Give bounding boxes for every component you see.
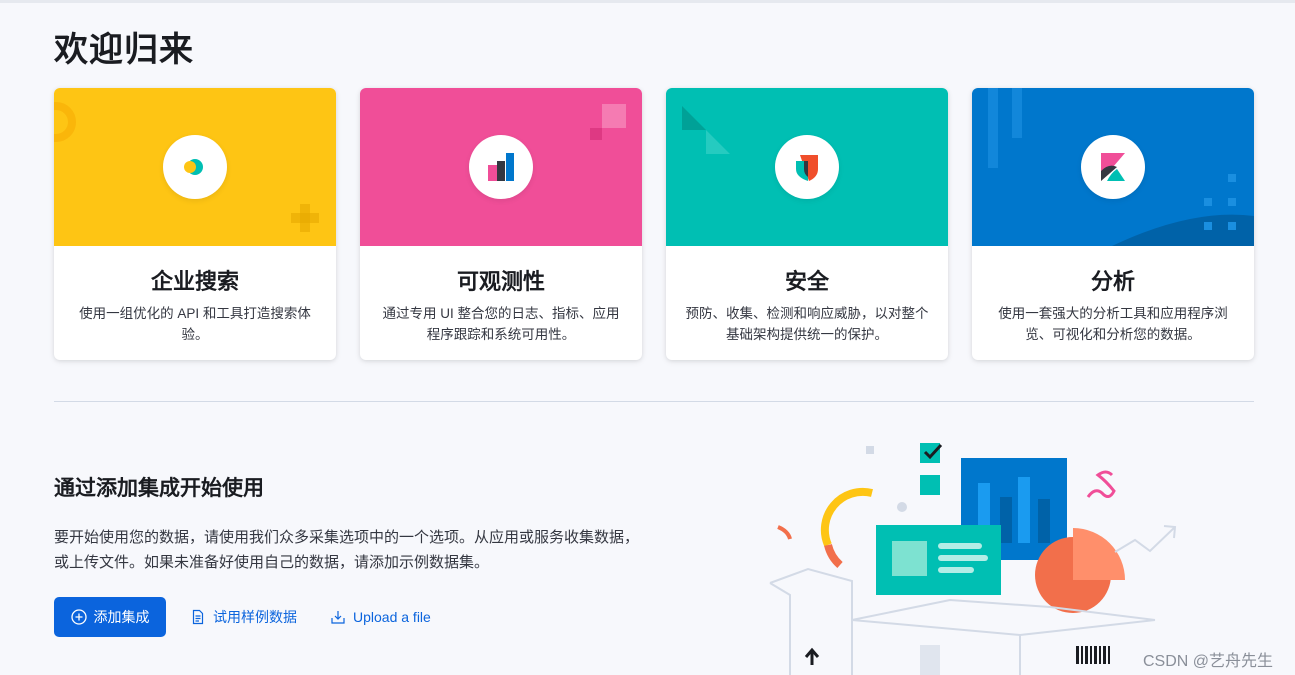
card-title: 安全 bbox=[784, 269, 829, 294]
enterprise-search-icon bbox=[163, 135, 227, 199]
card-description: 预防、收集、检测和响应威胁，以对整个基础架构提供统一的保护。 bbox=[685, 306, 929, 342]
card-observability[interactable]: 可观测性 通过专用 UI 整合您的日志、指标、应用程序跟踪和系统可用性。 bbox=[360, 88, 642, 360]
integrations-illustration bbox=[769, 443, 1177, 675]
observability-icon bbox=[469, 135, 533, 199]
integrations-description: 要开始使用您的数据，请使用我们众多采集选项中的一个选项。从应用或服务收集数据，或… bbox=[54, 529, 640, 571]
card-banner-analytics bbox=[972, 88, 1254, 246]
kibana-icon bbox=[1081, 135, 1145, 199]
document-icon bbox=[192, 609, 204, 625]
card-title: 可观测性 bbox=[456, 269, 545, 294]
try-sample-data-link[interactable]: 试用样例数据 bbox=[190, 597, 297, 637]
card-security[interactable]: 安全 预防、收集、检测和响应威胁，以对整个基础架构提供统一的保护。 bbox=[666, 88, 948, 360]
card-banner-security bbox=[666, 88, 948, 246]
upload-file-link[interactable]: Upload a file bbox=[330, 597, 431, 637]
integrations-title: 通过添加集成开始使用 bbox=[54, 477, 264, 500]
try-sample-data-label: 试用样例数据 bbox=[213, 609, 297, 625]
page-title: 欢迎归来 bbox=[54, 31, 194, 69]
upload-icon bbox=[331, 611, 345, 624]
card-banner-observability bbox=[360, 88, 642, 246]
top-border bbox=[0, 0, 1295, 3]
card-title: 企业搜索 bbox=[150, 269, 239, 294]
add-integration-button[interactable]: 添加集成 bbox=[54, 597, 166, 637]
section-divider bbox=[54, 401, 1254, 402]
card-description: 通过专用 UI 整合您的日志、指标、应用程序跟踪和系统可用性。 bbox=[382, 306, 620, 342]
plus-circle-icon bbox=[70, 609, 87, 625]
card-enterprise-search[interactable]: 企业搜索 使用一组优化的 API 和工具打造搜索体验。 bbox=[54, 88, 336, 360]
upload-file-label: Upload a file bbox=[353, 609, 431, 625]
watermark: CSDN @艺舟先生 bbox=[1143, 653, 1274, 670]
add-integration-label: 添加集成 bbox=[93, 609, 150, 625]
security-icon bbox=[775, 135, 839, 199]
card-description: 使用一组优化的 API 和工具打造搜索体验。 bbox=[79, 306, 311, 342]
card-description: 使用一套强大的分析工具和应用程序浏览、可视化和分析您的数据。 bbox=[998, 306, 1228, 342]
card-banner-enterprise-search bbox=[54, 88, 336, 246]
card-analytics[interactable]: 分析 使用一套强大的分析工具和应用程序浏览、可视化和分析您的数据。 bbox=[972, 88, 1254, 360]
card-title: 分析 bbox=[1090, 269, 1135, 294]
